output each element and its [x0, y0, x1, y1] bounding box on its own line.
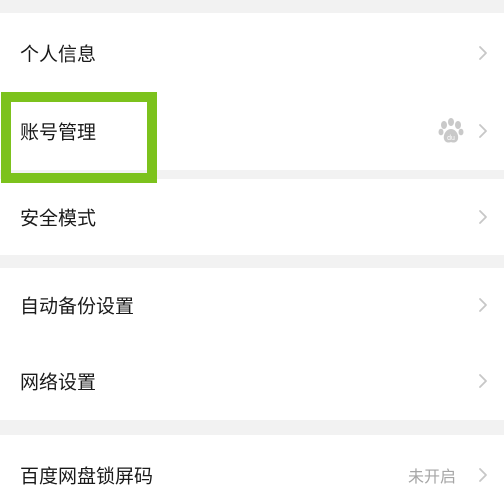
settings-item-label: 自动备份设置	[20, 295, 135, 318]
chevron-right-icon	[479, 298, 487, 312]
baidu-paw-icon: du	[438, 118, 464, 143]
chevron-right-icon	[479, 374, 487, 388]
svg-text:du: du	[447, 135, 455, 142]
settings-item-label: 网络设置	[20, 371, 97, 394]
section-gap	[0, 420, 504, 435]
settings-item-label: 百度网盘锁屏码	[20, 465, 154, 488]
chevron-right-icon	[479, 210, 487, 224]
chevron-right-icon	[479, 45, 487, 60]
settings-item-auto-backup[interactable]: 自动备份设置	[0, 268, 504, 342]
settings-item-label: 安全模式	[20, 207, 97, 230]
settings-item-network[interactable]: 网络设置	[0, 342, 504, 420]
chevron-right-icon	[479, 468, 487, 482]
status-text: 未开启	[407, 467, 456, 486]
settings-item-account-management[interactable]: 账号管理 du	[0, 92, 504, 170]
settings-item-personal-info[interactable]: 个人信息	[0, 13, 504, 92]
top-gap	[0, 0, 504, 13]
chevron-right-icon	[479, 124, 487, 138]
settings-item-label: 账号管理	[20, 121, 97, 144]
settings-item-safe-mode[interactable]: 安全模式	[0, 179, 504, 255]
section-gap	[0, 170, 504, 179]
settings-item-lock-screen-code[interactable]: 百度网盘锁屏码 未开启	[0, 435, 504, 495]
section-gap	[0, 255, 504, 268]
settings-item-label: 个人信息	[20, 43, 97, 65]
